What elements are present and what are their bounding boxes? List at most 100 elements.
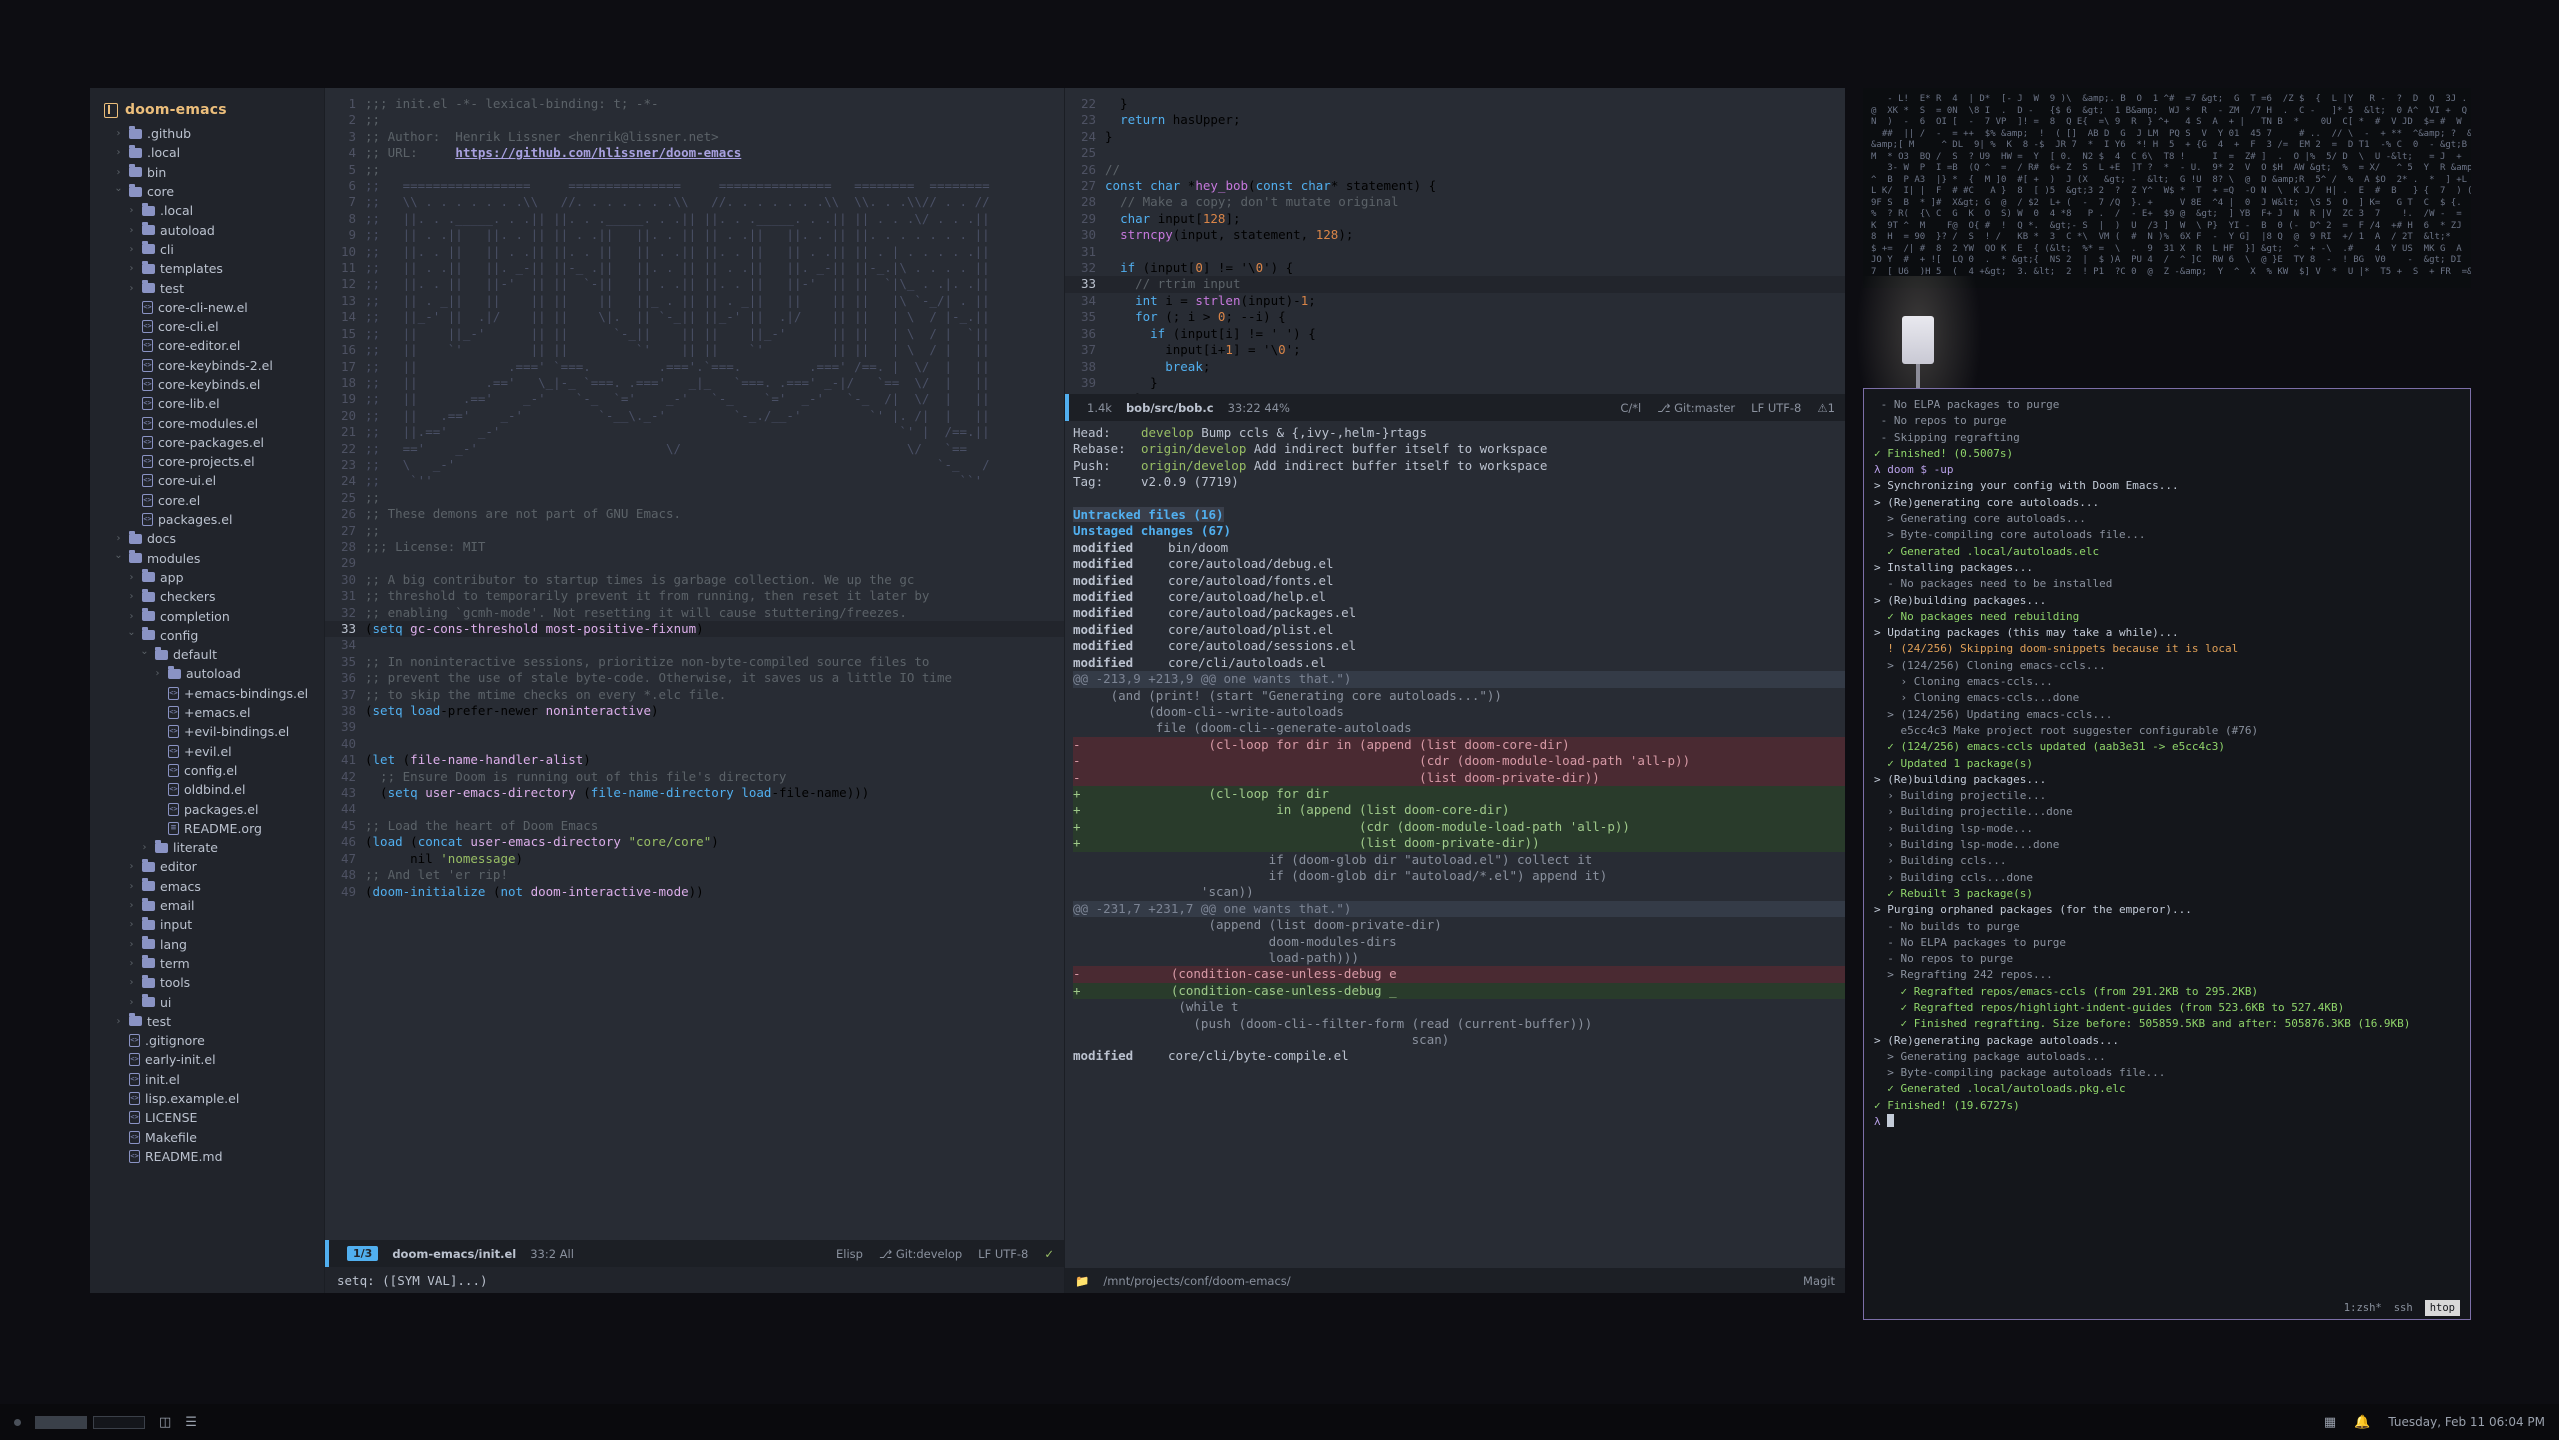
chevron-right-icon[interactable]: [126, 263, 137, 274]
modeline-major-mode-2[interactable]: C/*l: [1620, 401, 1641, 415]
magit-diff-ctx-line[interactable]: (push (doom-cli--filter-form (read (curr…: [1073, 1016, 1845, 1032]
magit-file-row[interactable]: modified core/autoload/plist.el: [1073, 622, 1845, 638]
tree-file-row[interactable]: early-init.el: [90, 1050, 324, 1069]
chevron-right-icon[interactable]: [126, 939, 137, 950]
magit-diff-ctx-line[interactable]: if (doom-glob dir "autoload.el") collect…: [1073, 852, 1845, 868]
tree-folder-row[interactable]: ui: [90, 992, 324, 1011]
workspace-pager[interactable]: [35, 1415, 145, 1429]
tree-file-row[interactable]: README.md: [90, 1147, 324, 1166]
tree-file-row[interactable]: oldbind.el: [90, 780, 324, 799]
modeline-git-branch-2[interactable]: ⎇ Git:master: [1657, 401, 1735, 415]
magit-diff-add-line[interactable]: + (cl-loop for dir: [1073, 785, 1845, 803]
tree-folder-row[interactable]: docs: [90, 529, 324, 548]
magit-diff-add-line[interactable]: + (list doom-private-dir)): [1073, 835, 1845, 852]
magit-diff-ctx-line[interactable]: (and (print! (start "Generating core aut…: [1073, 688, 1845, 704]
terminal-tab-ssh[interactable]: ssh: [2394, 1300, 2413, 1316]
terminal-tab-zsh[interactable]: 1:zsh*: [2344, 1300, 2382, 1316]
tree-folder-row[interactable]: core: [90, 182, 324, 201]
workspace-dot[interactable]: [14, 1418, 21, 1426]
tree-folder-row[interactable]: lang: [90, 934, 324, 953]
tree-file-row[interactable]: core-cli-new.el: [90, 298, 324, 317]
chevron-down-icon[interactable]: [126, 630, 137, 641]
modeline-buffer-name[interactable]: doom-emacs/init.el: [392, 1247, 516, 1261]
chevron-right-icon[interactable]: [113, 167, 124, 178]
magit-file-row[interactable]: modified core/autoload/debug.el: [1073, 556, 1845, 572]
chevron-right-icon[interactable]: [126, 572, 137, 583]
magit-diff-ctx-line[interactable]: 'scan)): [1073, 884, 1845, 900]
tree-folder-row[interactable]: test: [90, 278, 324, 297]
tree-file-row[interactable]: config.el: [90, 761, 324, 780]
tree-folder-row[interactable]: literate: [90, 838, 324, 857]
window-list-icon[interactable]: ☰: [185, 1415, 197, 1430]
tree-folder-row[interactable]: test: [90, 1012, 324, 1031]
magit-unstaged-section[interactable]: Unstaged changes (67): [1073, 523, 1845, 539]
chevron-right-icon[interactable]: [113, 128, 124, 139]
magit-diff-ctx-line[interactable]: load-path))): [1073, 950, 1845, 966]
tree-file-row[interactable]: .gitignore: [90, 1031, 324, 1050]
tree-folder-row[interactable]: .local: [90, 201, 324, 220]
tree-file-row[interactable]: +emacs.el: [90, 703, 324, 722]
tree-file-row[interactable]: +evil-bindings.el: [90, 722, 324, 741]
tree-file-row[interactable]: packages.el: [90, 510, 324, 529]
chevron-right-icon[interactable]: [113, 533, 124, 544]
magit-diff-hunk-line[interactable]: @@ -231,7 +231,7 @@ one wants that."): [1073, 900, 1845, 918]
modeline-error-count[interactable]: ⚠1: [1817, 401, 1835, 415]
project-root-row[interactable]: doom-emacs: [90, 102, 324, 124]
chevron-right-icon[interactable]: [126, 900, 137, 911]
magit-file-row[interactable]: modified core/cli/byte-compile.el: [1073, 1048, 1845, 1064]
tree-folder-row[interactable]: autoload: [90, 220, 324, 239]
tree-folder-row[interactable]: config: [90, 626, 324, 645]
chevron-right-icon[interactable]: [126, 997, 137, 1008]
tree-folder-row[interactable]: term: [90, 954, 324, 973]
chevron-right-icon[interactable]: [126, 919, 137, 930]
workspace-box-1[interactable]: [35, 1415, 87, 1429]
chevron-down-icon[interactable]: [139, 649, 150, 660]
magit-tag-row[interactable]: Tag: v2.0.9 (7719): [1073, 474, 1845, 490]
tree-file-row[interactable]: Makefile: [90, 1127, 324, 1146]
chevron-right-icon[interactable]: [126, 611, 137, 622]
magit-push-row[interactable]: Push: origin/develop Add indirect buffer …: [1073, 458, 1845, 474]
workspace-box-2[interactable]: [93, 1415, 145, 1429]
tree-file-row[interactable]: core-modules.el: [90, 413, 324, 432]
tree-folder-row[interactable]: app: [90, 568, 324, 587]
tree-file-row[interactable]: packages.el: [90, 799, 324, 818]
chevron-right-icon[interactable]: [126, 861, 137, 872]
tree-file-row[interactable]: LICENSE: [90, 1108, 324, 1127]
magit-diff-ctx-line[interactable]: (append (list doom-private-dir): [1073, 917, 1845, 933]
tree-file-row[interactable]: +evil.el: [90, 742, 324, 761]
magit-diff-add-line[interactable]: + (condition-case-unless-debug _: [1073, 982, 1845, 1000]
magit-file-row[interactable]: modified core/autoload/fonts.el: [1073, 573, 1845, 589]
tree-file-row[interactable]: core-keybinds.el: [90, 375, 324, 394]
tree-folder-row[interactable]: modules: [90, 549, 324, 568]
magit-file-row[interactable]: modified core/cli/autoloads.el: [1073, 655, 1845, 671]
tree-folder-row[interactable]: .local: [90, 143, 324, 162]
tree-file-row[interactable]: lisp.example.el: [90, 1089, 324, 1108]
tree-file-row[interactable]: core-projects.el: [90, 452, 324, 471]
chevron-right-icon[interactable]: [126, 977, 137, 988]
magit-diff-ctx-line[interactable]: doom-modules-dirs: [1073, 934, 1845, 950]
magit-diff-ctx-line[interactable]: if (doom-glob dir "autoload/*.el") appen…: [1073, 868, 1845, 884]
grid-icon[interactable]: ▦: [2324, 1415, 2336, 1430]
magit-spacer[interactable]: [1073, 491, 1845, 507]
chevron-right-icon[interactable]: [113, 1016, 124, 1027]
tree-file-row[interactable]: core-editor.el: [90, 336, 324, 355]
magit-status-panel[interactable]: Head: develop Bump ccls & {,ivy-,helm-}rt…: [1065, 421, 1845, 1268]
modeline-major-mode[interactable]: Elisp: [836, 1247, 863, 1261]
tree-folder-row[interactable]: completion: [90, 606, 324, 625]
magit-untracked-section[interactable]: Untracked files (16): [1073, 507, 1845, 523]
htop-panel[interactable]: - L! E* R 4 | D* [- J W 9 )\ &amp;. B O …: [1863, 88, 2471, 288]
tree-folder-row[interactable]: templates: [90, 259, 324, 278]
magit-file-row[interactable]: modified core/autoload/packages.el: [1073, 605, 1845, 621]
tree-folder-row[interactable]: default: [90, 645, 324, 664]
chevron-right-icon[interactable]: [126, 881, 137, 892]
file-tree-sidebar[interactable]: doom-emacs .github .local bin core .local aut…: [90, 88, 325, 1293]
layout-icon[interactable]: ◫: [159, 1415, 171, 1430]
code-buffer-init-el[interactable]: 1 ;;; init.el -*- lexical-binding: t; -*-…: [325, 88, 1064, 1240]
magit-head-row[interactable]: Head: develop Bump ccls & {,ivy-,helm-}rt…: [1073, 425, 1845, 441]
code-buffer-bob-c[interactable]: 22 } 23 return hasUpper; 24} 25 26//27 const …: [1065, 88, 1845, 394]
magit-file-row[interactable]: modified bin/doom: [1073, 540, 1845, 556]
tree-folder-row[interactable]: input: [90, 915, 324, 934]
modeline-git-branch[interactable]: ⎇ Git:develop: [879, 1247, 962, 1261]
terminal-tab-htop[interactable]: htop: [2424, 1299, 2460, 1317]
magit-diff-hunk-line[interactable]: @@ -213,9 +213,9 @@ one wants that."): [1073, 671, 1845, 688]
